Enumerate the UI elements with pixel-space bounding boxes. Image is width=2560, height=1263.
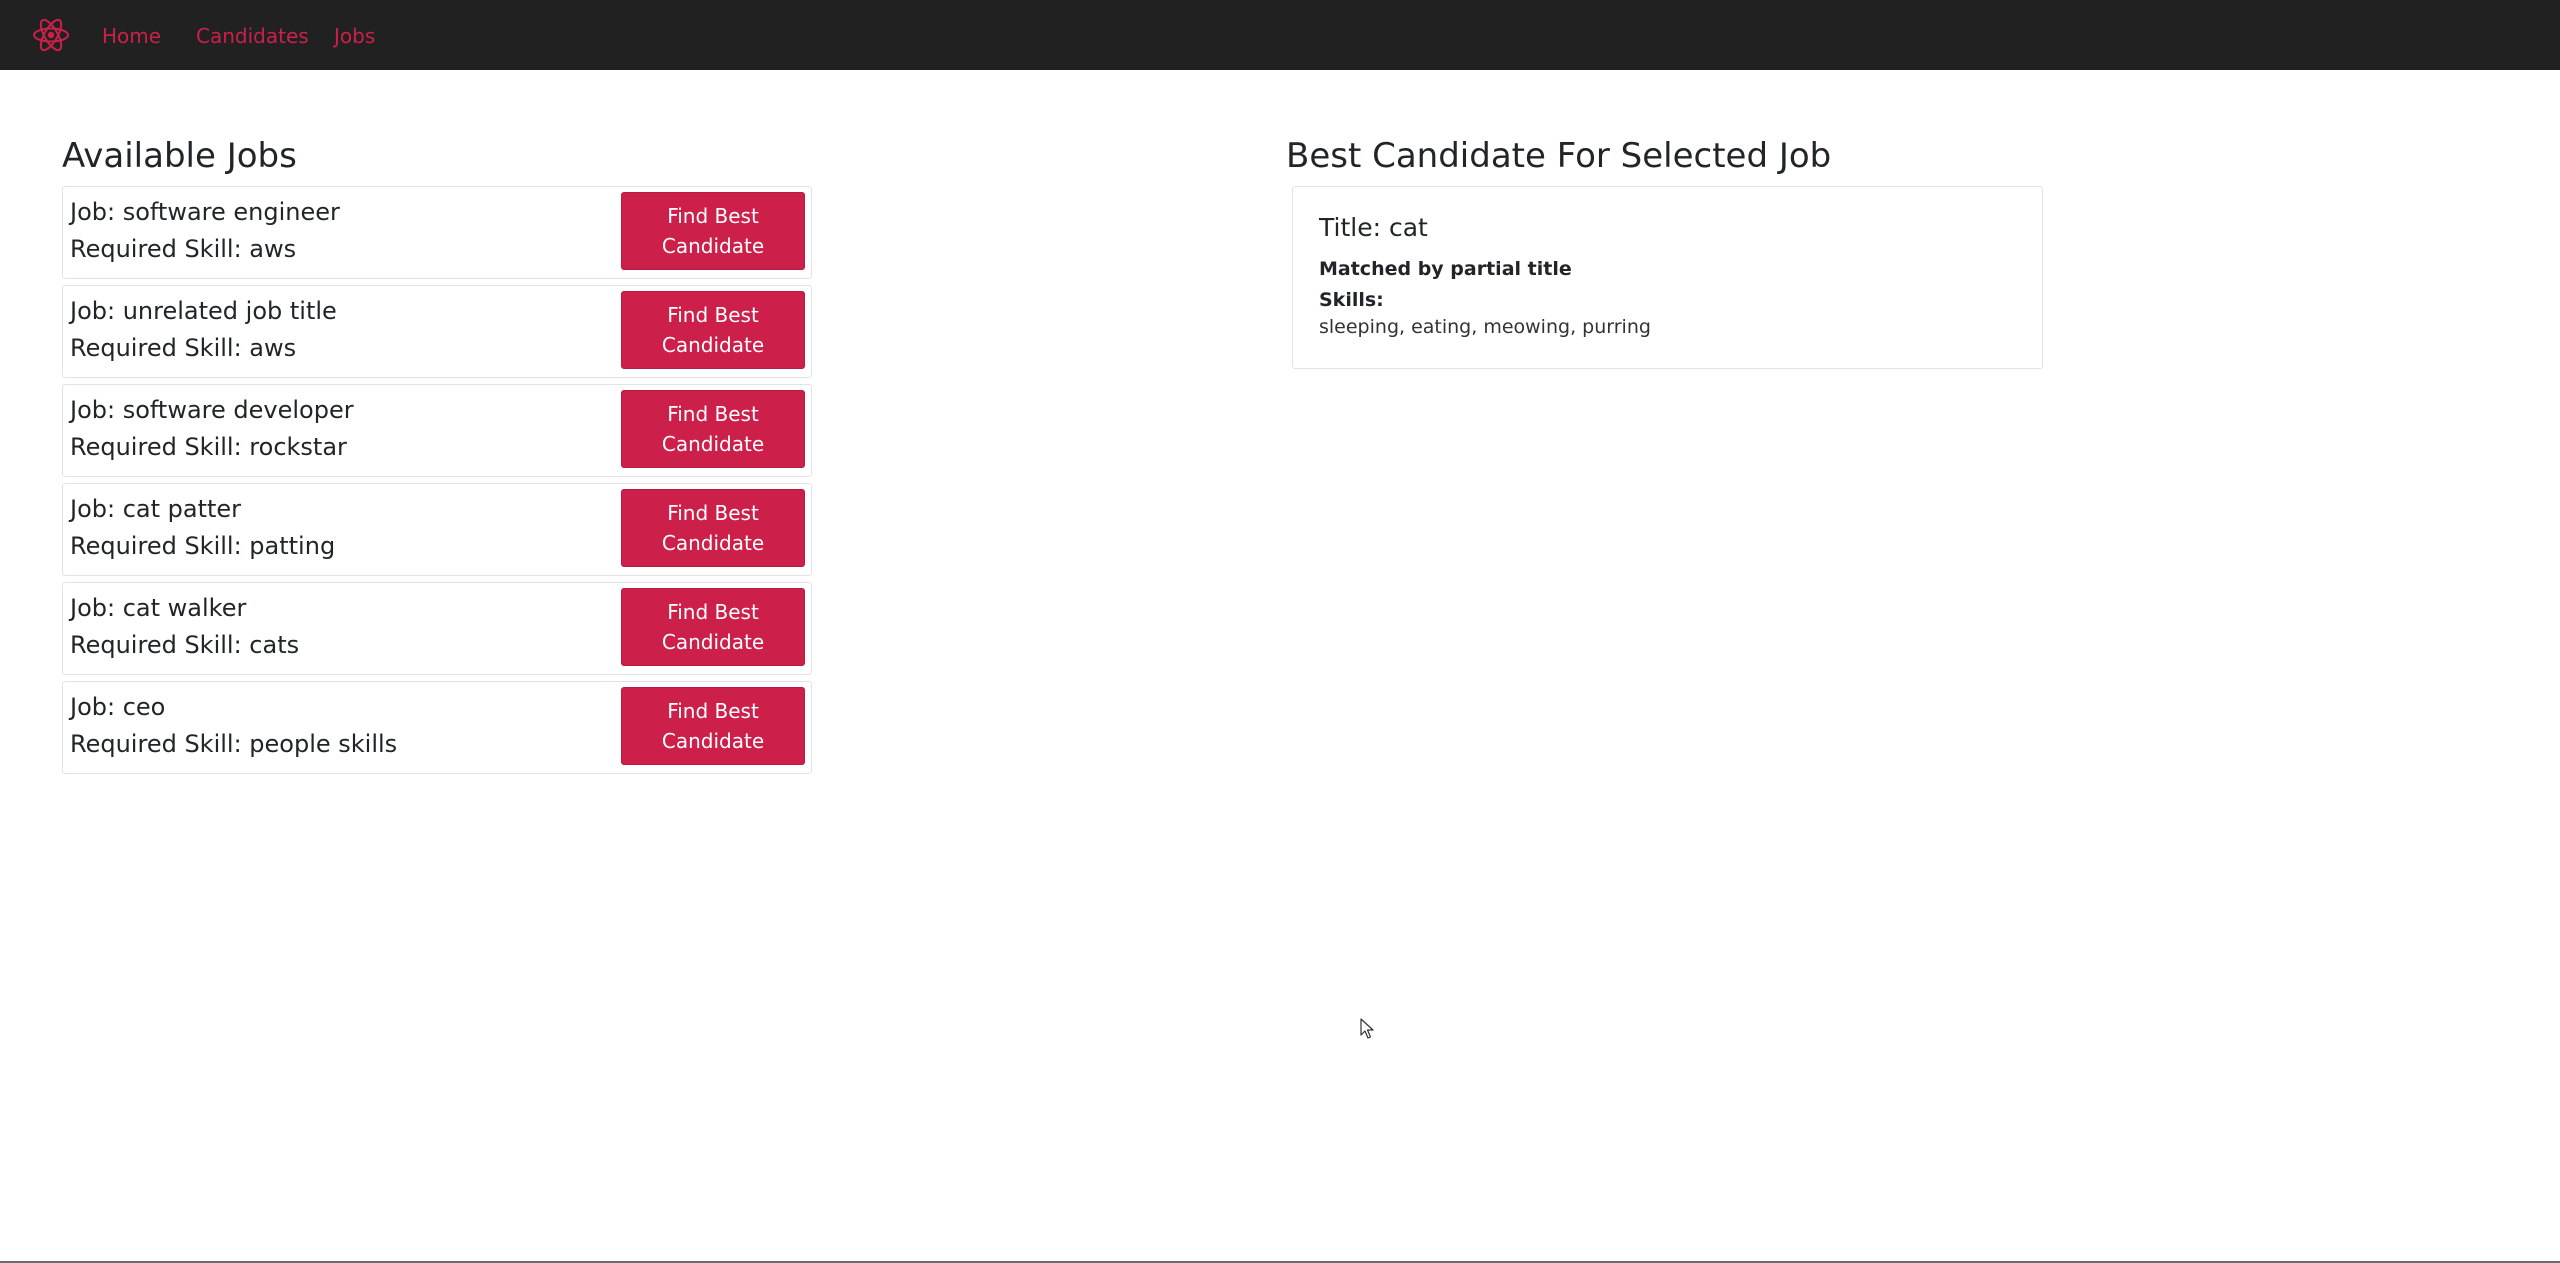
candidate-title: Title: cat bbox=[1319, 213, 1428, 242]
available-jobs-heading: Available Jobs bbox=[62, 136, 297, 176]
job-card: Job: cat patter Required Skill: patting … bbox=[62, 483, 812, 576]
job-title: Job: software developer bbox=[70, 396, 354, 424]
job-card: Job: software engineer Required Skill: a… bbox=[62, 186, 812, 279]
job-title: Job: cat walker bbox=[70, 594, 247, 622]
job-card: Job: unrelated job title Required Skill:… bbox=[62, 285, 812, 378]
find-best-candidate-button[interactable]: Find Best Candidate bbox=[621, 687, 805, 765]
job-required-skill: Required Skill: aws bbox=[70, 235, 297, 263]
match-reason: Matched by partial title bbox=[1319, 258, 1572, 280]
job-list: Job: software engineer Required Skill: a… bbox=[62, 186, 812, 780]
nav-link-home[interactable]: Home bbox=[102, 24, 161, 48]
job-required-skill: Required Skill: people skills bbox=[70, 730, 398, 758]
find-best-candidate-button[interactable]: Find Best Candidate bbox=[621, 489, 805, 567]
job-card: Job: software developer Required Skill: … bbox=[62, 384, 812, 477]
job-title: Job: cat patter bbox=[70, 495, 242, 523]
best-candidate-heading: Best Candidate For Selected Job bbox=[1286, 136, 1832, 176]
job-required-skill: Required Skill: cats bbox=[70, 631, 300, 659]
candidate-skills: sleeping, eating, meowing, purring bbox=[1319, 316, 1651, 338]
top-navbar: Home Candidates Jobs bbox=[0, 0, 2560, 70]
job-card: Job: cat walker Required Skill: cats Fin… bbox=[62, 582, 812, 675]
job-required-skill: Required Skill: patting bbox=[70, 532, 336, 560]
job-title: Job: unrelated job title bbox=[70, 297, 337, 325]
job-required-skill: Required Skill: rockstar bbox=[70, 433, 347, 461]
nav-link-candidates[interactable]: Candidates bbox=[196, 24, 309, 48]
react-atom-icon[interactable] bbox=[31, 17, 71, 53]
job-required-skill: Required Skill: aws bbox=[70, 334, 297, 362]
best-candidate-card: Title: cat Matched by partial title Skil… bbox=[1292, 186, 2043, 369]
find-best-candidate-button[interactable]: Find Best Candidate bbox=[621, 390, 805, 468]
find-best-candidate-button[interactable]: Find Best Candidate bbox=[621, 291, 805, 369]
job-card: Job: ceo Required Skill: people skills F… bbox=[62, 681, 812, 774]
job-title: Job: ceo bbox=[70, 693, 166, 721]
find-best-candidate-button[interactable]: Find Best Candidate bbox=[621, 588, 805, 666]
find-best-candidate-button[interactable]: Find Best Candidate bbox=[621, 192, 805, 270]
mouse-cursor-icon bbox=[1360, 1018, 1374, 1039]
skills-label: Skills: bbox=[1319, 289, 1384, 311]
nav-link-jobs[interactable]: Jobs bbox=[334, 24, 375, 48]
job-title: Job: software engineer bbox=[70, 198, 340, 226]
